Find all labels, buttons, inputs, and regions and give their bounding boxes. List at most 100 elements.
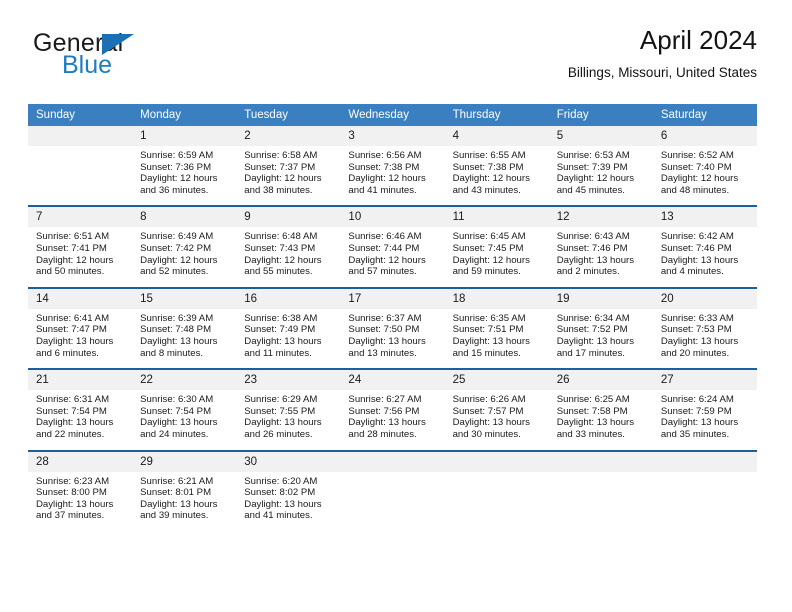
day-detail-line: Daylight: 12 hours: [348, 173, 426, 185]
day-cell-1[interactable]: Sunrise: 6:59 AM Sunset: 7:36 PM Daylight:…: [132, 146, 237, 206]
day-cell-17[interactable]: Sunrise: 6:37 AM Sunset: 7:50 PM Daylight:…: [340, 308, 445, 369]
day-detail-line: Sunset: 7:36 PM: [140, 161, 212, 173]
day-cell-6[interactable]: Sunrise: 6:52 AM Sunset: 7:40 PM Daylight:…: [652, 146, 757, 206]
week-detail-row: Sunrise: 6:51 AM Sunset: 7:41 PM Daylight:…: [28, 227, 757, 287]
day-detail-line: Sunrise: 6:51 AM: [36, 231, 110, 243]
day-number-23[interactable]: 23: [236, 370, 341, 391]
day-detail-line: and 24 minutes.: [140, 428, 209, 440]
calendar-page: General Blue April 2024 Billings, Missou…: [0, 0, 792, 612]
day-detail-line: Daylight: 13 hours: [348, 335, 426, 347]
day-number-3[interactable]: 3: [340, 126, 445, 146]
day-detail-line: Daylight: 12 hours: [348, 254, 426, 266]
day-detail-line: Sunrise: 6:34 AM: [556, 312, 630, 324]
day-cell-9[interactable]: Sunrise: 6:48 AM Sunset: 7:43 PM Daylight:…: [236, 227, 341, 287]
day-cell-11[interactable]: Sunrise: 6:45 AM Sunset: 7:45 PM Daylight:…: [444, 227, 549, 287]
day-number-14[interactable]: 14: [28, 288, 133, 309]
day-number-empty: [340, 451, 445, 472]
day-number-17[interactable]: 17: [340, 288, 445, 309]
day-cell-2[interactable]: Sunrise: 6:58 AM Sunset: 7:37 PM Daylight:…: [236, 146, 341, 206]
day-cell-30[interactable]: Sunrise: 6:20 AM Sunset: 8:02 PM Daylight:…: [236, 471, 341, 531]
weekday-header-saturday: Saturday: [652, 104, 757, 126]
day-cell-24[interactable]: Sunrise: 6:27 AM Sunset: 7:56 PM Daylight:…: [340, 390, 445, 450]
day-detail-line: Sunset: 7:50 PM: [348, 324, 420, 336]
day-cell-16[interactable]: Sunrise: 6:38 AM Sunset: 7:49 PM Daylight:…: [236, 308, 341, 369]
day-number-8[interactable]: 8: [132, 207, 237, 228]
day-number-27[interactable]: 27: [652, 370, 757, 391]
day-number-28[interactable]: 28: [28, 451, 133, 472]
week-detail-row: Sunrise: 6:23 AM Sunset: 8:00 PM Daylight:…: [28, 471, 757, 531]
day-number-19[interactable]: 19: [548, 288, 653, 309]
day-cell-22[interactable]: Sunrise: 6:30 AM Sunset: 7:54 PM Daylight:…: [132, 390, 237, 450]
day-cell-19[interactable]: Sunrise: 6:34 AM Sunset: 7:52 PM Daylight:…: [548, 308, 653, 369]
day-number-10[interactable]: 10: [340, 207, 445, 228]
day-number-1[interactable]: 1: [132, 126, 237, 146]
day-cell-4[interactable]: Sunrise: 6:55 AM Sunset: 7:38 PM Daylight:…: [444, 146, 549, 206]
weekday-header-thursday: Thursday: [444, 104, 549, 126]
day-number-7[interactable]: 7: [28, 207, 133, 228]
day-number-11[interactable]: 11: [444, 207, 549, 228]
day-cell-empty: [652, 471, 757, 531]
day-cell-3[interactable]: Sunrise: 6:56 AM Sunset: 7:38 PM Daylight:…: [340, 146, 445, 206]
week-daynumber-row: 7 8 9 10 11 12 13: [28, 207, 757, 228]
day-detail-line: Sunset: 7:43 PM: [244, 242, 316, 254]
day-number-9[interactable]: 9: [236, 207, 341, 228]
day-number-12[interactable]: 12: [548, 207, 653, 228]
day-detail-line: Sunrise: 6:35 AM: [452, 312, 526, 324]
title-block: April 2024 Billings, Missouri, United St…: [568, 25, 757, 80]
day-detail-line: Daylight: 12 hours: [452, 254, 530, 266]
day-detail-line: Sunset: 7:46 PM: [660, 242, 732, 254]
day-detail-line: Daylight: 12 hours: [660, 173, 739, 185]
day-number-22[interactable]: 22: [132, 370, 237, 391]
day-detail-line: Sunset: 7:53 PM: [660, 324, 732, 336]
day-detail-line: Sunrise: 6:49 AM: [140, 231, 214, 243]
day-cell-10[interactable]: Sunrise: 6:46 AM Sunset: 7:44 PM Daylight:…: [340, 227, 445, 287]
day-detail-line: Sunset: 7:59 PM: [660, 405, 732, 417]
day-detail-line: Daylight: 13 hours: [36, 335, 114, 347]
day-cell-8[interactable]: Sunrise: 6:49 AM Sunset: 7:42 PM Daylight:…: [132, 227, 237, 287]
day-detail-line: Daylight: 12 hours: [140, 173, 218, 185]
calendar-header-row: Sunday Monday Tuesday Wednesday Thursday Frid…: [28, 104, 757, 126]
week-daynumber-row: 14 15 16 17 18 19 20: [28, 288, 757, 309]
day-cell-20[interactable]: Sunrise: 6:33 AM Sunset: 7:53 PM Daylight:…: [652, 308, 757, 369]
day-detail-line: Sunrise: 6:52 AM: [660, 150, 734, 161]
day-detail-line: and 4 minutes.: [660, 266, 724, 278]
day-cell-12[interactable]: Sunrise: 6:43 AM Sunset: 7:46 PM Daylight:…: [548, 227, 653, 287]
day-number-25[interactable]: 25: [444, 370, 549, 391]
day-cell-7[interactable]: Sunrise: 6:51 AM Sunset: 7:41 PM Daylight:…: [28, 227, 133, 287]
day-number-4[interactable]: 4: [444, 126, 549, 146]
day-number-20[interactable]: 20: [652, 288, 757, 309]
day-number-15[interactable]: 15: [132, 288, 237, 309]
day-cell-29[interactable]: Sunrise: 6:21 AM Sunset: 8:01 PM Daylight:…: [132, 471, 237, 531]
day-cell-25[interactable]: Sunrise: 6:26 AM Sunset: 7:57 PM Daylight:…: [444, 390, 549, 450]
day-number-29[interactable]: 29: [132, 451, 237, 472]
day-cell-26[interactable]: Sunrise: 6:25 AM Sunset: 7:58 PM Daylight:…: [548, 390, 653, 450]
day-number-24[interactable]: 24: [340, 370, 445, 391]
day-cell-14[interactable]: Sunrise: 6:41 AM Sunset: 7:47 PM Daylight:…: [28, 308, 133, 369]
day-cell-13[interactable]: Sunrise: 6:42 AM Sunset: 7:46 PM Daylight:…: [652, 227, 757, 287]
day-cell-23[interactable]: Sunrise: 6:29 AM Sunset: 7:55 PM Daylight:…: [236, 390, 341, 450]
day-number-2[interactable]: 2: [236, 126, 341, 146]
day-detail-line: Sunrise: 6:45 AM: [452, 231, 526, 243]
day-number-30[interactable]: 30: [236, 451, 341, 472]
day-detail-line: Sunrise: 6:48 AM: [244, 231, 318, 243]
day-number-13[interactable]: 13: [652, 207, 757, 228]
day-detail-line: Daylight: 13 hours: [660, 417, 739, 429]
day-cell-18[interactable]: Sunrise: 6:35 AM Sunset: 7:51 PM Daylight:…: [444, 308, 549, 369]
day-detail-line: and 43 minutes.: [452, 184, 521, 196]
day-number-18[interactable]: 18: [444, 288, 549, 309]
day-cell-21[interactable]: Sunrise: 6:31 AM Sunset: 7:54 PM Daylight:…: [28, 390, 133, 450]
day-number-5[interactable]: 5: [548, 126, 653, 146]
general-blue-logo[interactable]: General Blue: [33, 31, 213, 91]
day-number-6[interactable]: 6: [652, 126, 757, 146]
day-detail-line: Sunset: 7:44 PM: [348, 242, 420, 254]
logo-text-blue: Blue: [62, 51, 113, 79]
calendar-body: 1 2 3 4 5 6 Sunrise: 6:59 AM Sunset: 7:36 PM Day…: [28, 126, 757, 531]
day-number-21[interactable]: 21: [28, 370, 133, 391]
day-detail-line: and 17 minutes.: [556, 347, 625, 359]
day-cell-28[interactable]: Sunrise: 6:23 AM Sunset: 8:00 PM Daylight:…: [28, 471, 133, 531]
day-cell-5[interactable]: Sunrise: 6:53 AM Sunset: 7:39 PM Daylight:…: [548, 146, 653, 206]
day-cell-27[interactable]: Sunrise: 6:24 AM Sunset: 7:59 PM Daylight:…: [652, 390, 757, 450]
day-number-26[interactable]: 26: [548, 370, 653, 391]
day-number-16[interactable]: 16: [236, 288, 341, 309]
day-cell-15[interactable]: Sunrise: 6:39 AM Sunset: 7:48 PM Daylight:…: [132, 308, 237, 369]
